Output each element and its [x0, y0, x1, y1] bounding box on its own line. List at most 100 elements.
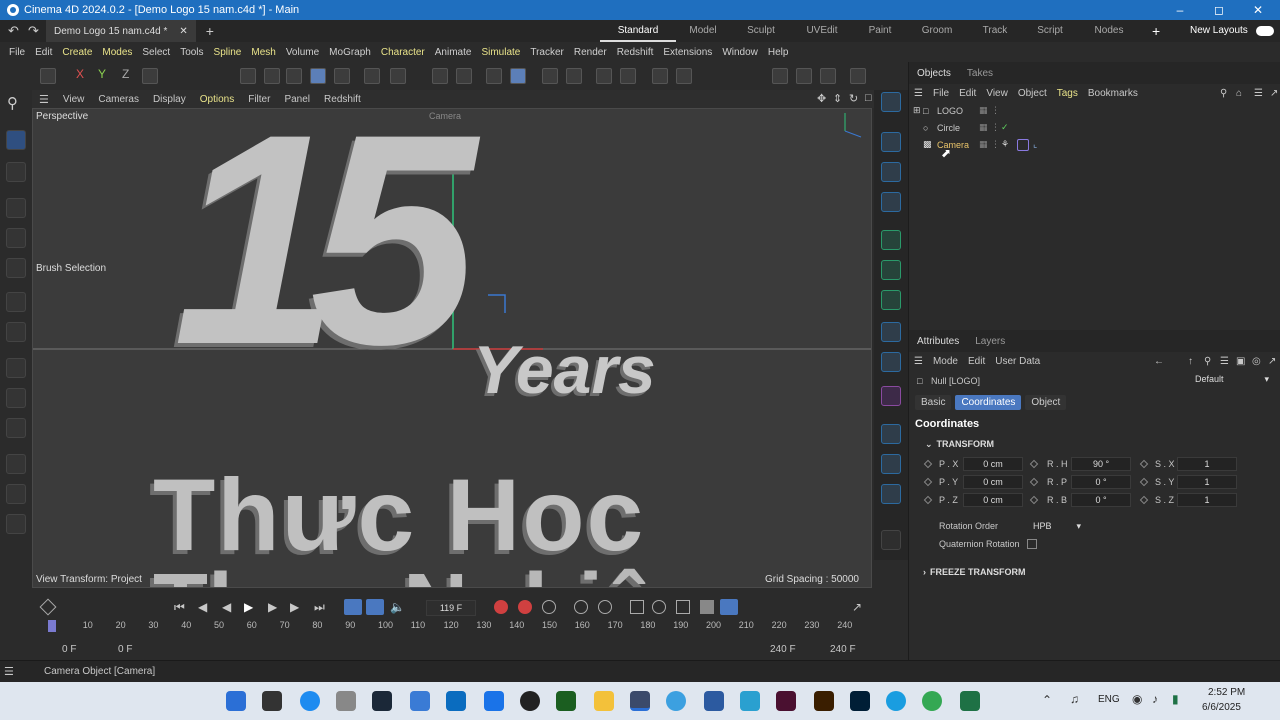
pla-key-icon[interactable] [676, 600, 690, 614]
keyframe-icon[interactable] [923, 459, 933, 469]
object-row-circle[interactable]: ○ Circle ▦ ⋮ ✓ [909, 119, 1280, 136]
quaternion-checkbox[interactable] [1027, 539, 1037, 549]
back-arrow-icon[interactable]: ← [1149, 356, 1169, 367]
up-arrow-icon[interactable]: ↑ [1183, 356, 1198, 367]
play-button[interactable]: ▶ [244, 600, 253, 614]
clock-time[interactable]: 2:52 PM [1208, 687, 1245, 698]
sz-field[interactable]: 1 [1177, 493, 1237, 507]
excel-icon[interactable] [960, 691, 980, 711]
object-row-logo[interactable]: ⊞ □ LOGO ▦ ⋮ [909, 102, 1280, 119]
camera-rig-icon[interactable] [881, 454, 901, 474]
start-icon[interactable] [226, 691, 246, 711]
scale-tool-icon[interactable] [6, 258, 26, 278]
start-frame-a[interactable]: 0 F [62, 644, 76, 655]
menu-render[interactable]: Render [569, 47, 612, 58]
keyframe-icon[interactable] [1139, 477, 1149, 487]
layout-tab-groom[interactable]: Groom [908, 20, 966, 42]
store-icon[interactable] [446, 691, 466, 711]
uv-mode-icon[interactable] [334, 68, 350, 84]
keyframe-icon[interactable] [1139, 495, 1149, 505]
objects-menu-edit[interactable]: Edit [954, 88, 981, 99]
axis-mode-icon[interactable] [364, 68, 380, 84]
object-name[interactable]: LOGO [937, 106, 963, 116]
live-selection-icon[interactable] [6, 130, 26, 150]
playhead[interactable] [48, 620, 56, 632]
keyframe-icon[interactable] [1029, 495, 1039, 505]
z-axis-lock-icon[interactable]: Z [122, 67, 129, 81]
auto-key-icon[interactable] [676, 68, 692, 84]
camera-object-icon[interactable] [881, 92, 901, 112]
search-icon[interactable]: ⚲ [7, 94, 18, 112]
rb-field[interactable]: 0 ° [1071, 493, 1131, 507]
attributes-expand-icon[interactable]: ↗ [1263, 356, 1280, 367]
keyframe-icon[interactable] [1029, 459, 1039, 469]
deformer-icon[interactable] [881, 290, 901, 310]
objects-hamburger-icon[interactable]: ☰ [909, 88, 928, 99]
tab-takes[interactable]: Takes [959, 68, 1001, 79]
cloner-icon[interactable] [881, 260, 901, 280]
timeline-window-icon[interactable]: ↗ [852, 600, 862, 614]
end-frame-a[interactable]: 240 F [770, 644, 796, 655]
subtab-coordinates[interactable]: Coordinates [955, 395, 1022, 410]
spline-sketch-icon[interactable] [6, 388, 26, 408]
keyframe-selection-icon[interactable] [542, 600, 556, 614]
layout-tab-model[interactable]: Model [676, 20, 730, 42]
preview-range-icon[interactable] [366, 599, 384, 615]
viewport-menu-display[interactable]: Display [146, 94, 193, 105]
3d-viewport[interactable]: Perspective Camera Brush Selection 15 Ye… [32, 108, 872, 588]
objects-menu-tags[interactable]: Tags [1052, 88, 1083, 99]
viewport-menu-cameras[interactable]: Cameras [91, 94, 146, 105]
battery-icon[interactable]: ▮ [1172, 692, 1179, 706]
calculator-icon[interactable] [410, 691, 430, 711]
menu-simulate[interactable]: Simulate [476, 47, 525, 58]
knife-tool-icon[interactable] [6, 484, 26, 504]
points-mode-icon[interactable] [240, 68, 256, 84]
viewport-menu-redshift[interactable]: Redshift [317, 94, 368, 105]
task-view-icon[interactable] [262, 691, 282, 711]
camera-tag-icon[interactable]: ⌞ [1033, 139, 1037, 150]
photoshop-icon[interactable] [850, 691, 870, 711]
lock-workplane-icon[interactable] [542, 68, 558, 84]
tab-layers[interactable]: Layers [967, 336, 1013, 347]
brush-tool-icon[interactable] [6, 454, 26, 474]
freeze-transform-group[interactable]: › FREEZE TRANSFORM [909, 563, 1280, 581]
keyframe-icon[interactable] [1139, 459, 1149, 469]
y-axis-lock-icon[interactable]: Y [98, 67, 106, 81]
go-to-end-icon[interactable]: ⏭ [314, 600, 325, 615]
viewport-menu-view[interactable]: View [56, 94, 92, 105]
chevron-up-icon[interactable]: ⌃ [1042, 693, 1052, 707]
layout-tab-standard[interactable]: Standard [600, 20, 676, 42]
rotation-order-dropdown[interactable]: HPB ▾ [1027, 519, 1085, 533]
attributes-search-icon[interactable]: ⚲ [1199, 356, 1216, 367]
render-to-picture-viewer-icon[interactable] [796, 68, 812, 84]
spline-pen-icon[interactable] [6, 358, 26, 378]
transform-group[interactable]: ⌄ TRANSFORM [909, 435, 1280, 453]
workplane-icon[interactable] [510, 68, 526, 84]
magnet-tool-icon[interactable] [6, 514, 26, 534]
model-mode-icon[interactable] [40, 68, 56, 84]
edit-icon[interactable] [881, 530, 901, 550]
illustrator-icon[interactable] [814, 691, 834, 711]
pz-field[interactable]: 0 cm [963, 493, 1023, 507]
layer-icon[interactable]: ▦ [979, 122, 988, 133]
capcut-icon[interactable] [556, 691, 576, 711]
paint-tool-icon[interactable] [6, 418, 26, 438]
menu-window[interactable]: Window [717, 47, 763, 58]
coordinate-system-icon[interactable] [142, 68, 158, 84]
menu-extensions[interactable]: Extensions [658, 47, 717, 58]
layout-toggle[interactable] [1256, 26, 1274, 36]
object-name[interactable]: Circle [937, 123, 960, 133]
polygons-mode-icon[interactable] [286, 68, 302, 84]
object-mode-icon[interactable] [310, 68, 326, 84]
py-field[interactable]: 0 cm [963, 475, 1023, 489]
px-field[interactable]: 0 cm [963, 457, 1023, 471]
rh-field[interactable]: 90 ° [1071, 457, 1131, 471]
close-window-button[interactable]: ✕ [1238, 0, 1278, 20]
light-icon[interactable] [881, 484, 901, 504]
objects-menu-bookmarks[interactable]: Bookmarks [1083, 88, 1143, 99]
add-tab-icon[interactable]: + [206, 23, 214, 39]
rp-field[interactable]: 0 ° [1071, 475, 1131, 489]
next-frame-icon[interactable]: ▶ [268, 600, 277, 614]
keyframe-icon[interactable] [1029, 477, 1039, 487]
viewport-menu-filter[interactable]: Filter [241, 94, 277, 105]
